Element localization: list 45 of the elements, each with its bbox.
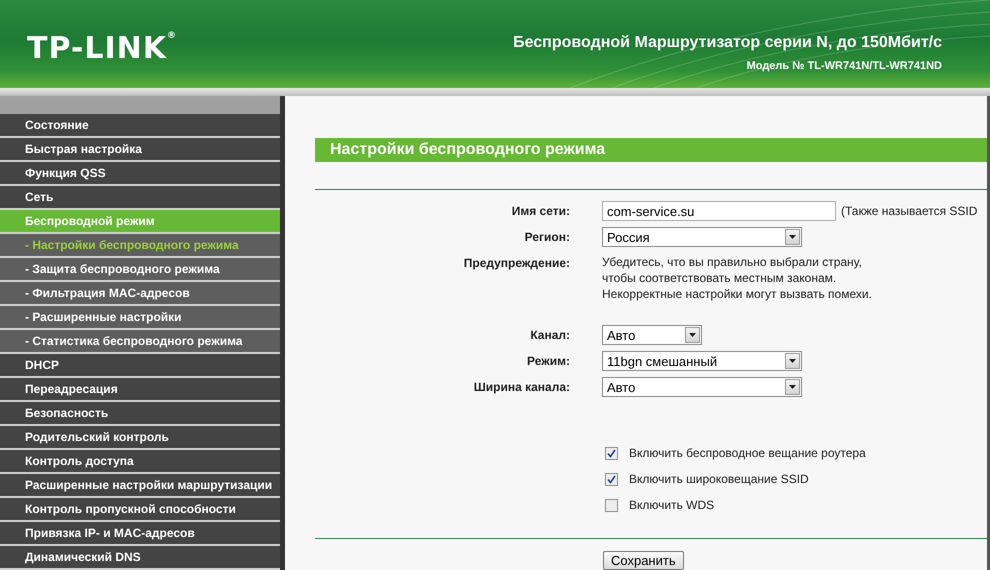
field-hint: (Также называется SSID	[841, 204, 978, 218]
sidebar-item[interactable]: - Фильтрация MAC-адресов	[0, 282, 280, 304]
sidebar-item[interactable]: Быстрая настройка	[0, 138, 280, 160]
sidebar-item[interactable]: Сеть	[0, 186, 280, 208]
checkbox[interactable]	[605, 446, 618, 460]
save-button[interactable]: Сохранить	[603, 551, 684, 570]
warning-text: чтобы соответствовать местным законам.	[602, 270, 838, 286]
sidebar-item[interactable]: Контроль пропускной способности	[0, 498, 280, 520]
sidebar-item[interactable]: Переадресация	[0, 378, 280, 400]
sidebar-item[interactable]: Контроль доступа	[0, 450, 280, 472]
sidebar-item[interactable]: Расширенные настройки маршрутизации	[0, 474, 280, 496]
checkbox-label: Включить беспроводное вещание роутера	[629, 446, 866, 460]
field-label: Канал:	[529, 328, 570, 342]
sidebar-item[interactable]: - Настройки беспроводного режима	[0, 234, 280, 256]
network-name-field[interactable]: com-service.su	[602, 201, 836, 221]
dropdown[interactable]: 11bgn смешанный	[602, 351, 802, 371]
sidebar-item[interactable]: Привязка IP- и MAC-адресов	[0, 522, 280, 544]
section-title: Настройки беспроводного режима	[315, 138, 987, 162]
logo: TP-LINK$^{®}$	[27, 30, 178, 66]
field-label: Предупреждение:	[462, 256, 570, 270]
model-number: Модель № TL-WR741N/TL-WR741ND	[746, 60, 942, 72]
field-label: Ширина канала:	[472, 380, 570, 394]
field-label: Имя сети:	[510, 204, 570, 218]
warning-text: Некорректные настройки могут вызвать помехи.	[602, 286, 872, 302]
field-label: Режим:	[526, 354, 570, 368]
sidebar-item[interactable]: - Статистика беспроводного режима	[0, 330, 280, 352]
sidebar-item[interactable]: Состояние	[0, 114, 280, 136]
registered-mark: ®	[167, 30, 178, 40]
checkbox-label: Включить широковещание SSID	[629, 472, 809, 486]
sidebar-item[interactable]: Динамический DNS	[0, 546, 280, 568]
warning-text: Убедитесь, что вы правильно выбрали страну,	[602, 254, 863, 270]
sidebar-item[interactable]: DHCP	[0, 354, 280, 376]
sidebar-item[interactable]: Безопасность	[0, 402, 280, 424]
sidebar-item[interactable]: Родительский контроль	[0, 426, 280, 448]
field-label: Регион:	[524, 230, 570, 244]
checkbox-label: Включить WDS	[629, 498, 714, 512]
dropdown[interactable]: Россия	[602, 227, 802, 247]
product-title: Беспроводной Маршрутизатор серии N, до 150Мбит/с	[513, 34, 942, 52]
sidebar-item[interactable]: - Расширенные настройки	[0, 306, 280, 328]
sidebar-item[interactable]: Функция QSS	[0, 162, 280, 184]
dropdown[interactable]: Авто	[602, 377, 802, 397]
dropdown[interactable]: Авто	[602, 325, 702, 345]
sidebar-item[interactable]: - Защита беспроводного режима	[0, 258, 280, 280]
checkbox[interactable]	[605, 498, 618, 512]
checkbox[interactable]	[605, 472, 618, 486]
